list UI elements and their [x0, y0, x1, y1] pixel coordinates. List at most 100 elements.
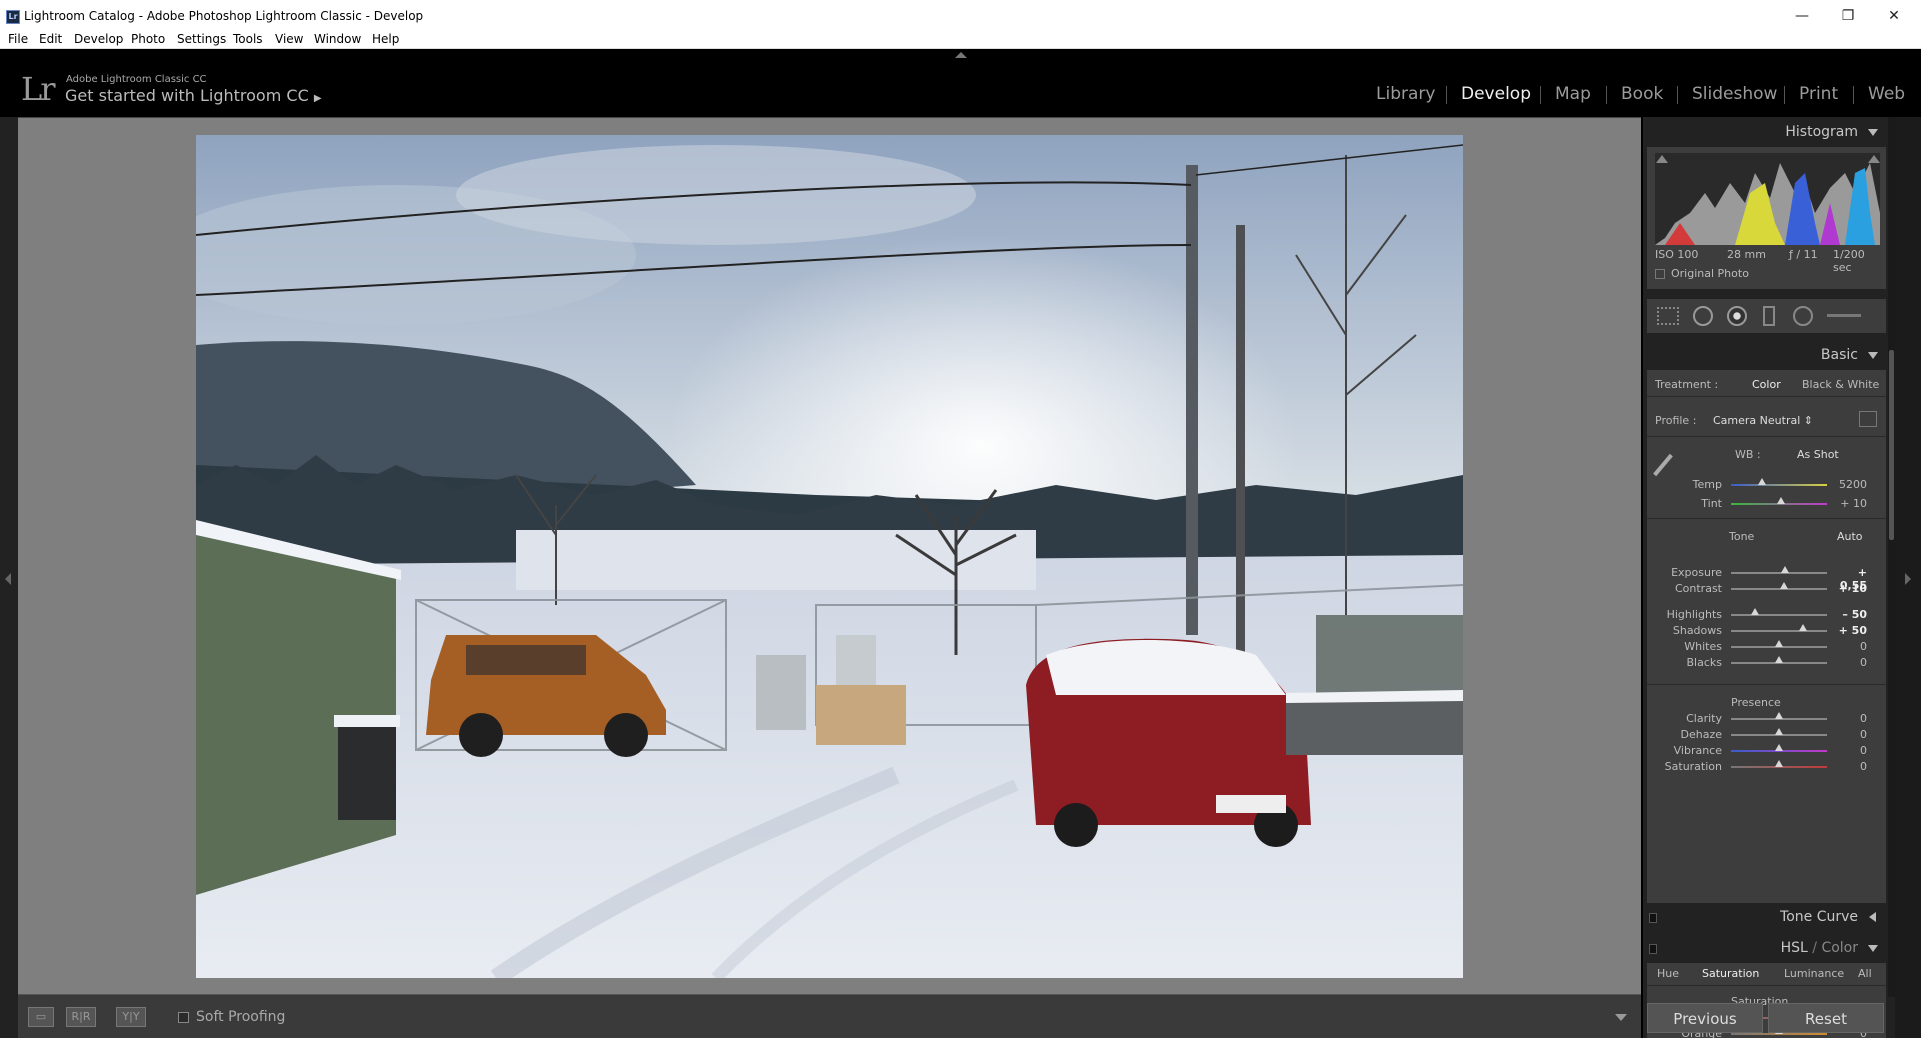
minimize-button[interactable]: — [1779, 4, 1825, 28]
hsl-tab-luminance[interactable]: Luminance [1784, 967, 1844, 980]
tone_sliders-value[interactable]: + 10 [1827, 582, 1867, 595]
photo-preview[interactable] [196, 135, 1463, 978]
hsl-header[interactable]: HSL / Color [1643, 935, 1886, 961]
module-map[interactable]: Map [1555, 84, 1591, 104]
wb-dropdown[interactable]: As Shot [1797, 448, 1839, 461]
menu-file[interactable]: File [8, 32, 28, 46]
tone-curve-header[interactable]: Tone Curve [1643, 904, 1886, 930]
restore-button[interactable]: ❐ [1825, 4, 1871, 28]
reset-button[interactable]: Reset [1768, 1003, 1884, 1033]
profile-dropdown[interactable]: Camera Neutral ⇕ [1713, 414, 1813, 427]
wb-label: WB : [1735, 448, 1761, 461]
presence_sliders-slider-thumb[interactable] [1775, 712, 1783, 719]
close-button[interactable]: ✕ [1871, 4, 1917, 28]
presence_sliders-value[interactable]: 0 [1827, 760, 1867, 773]
tone-label: Tone [1729, 530, 1755, 543]
tone_sliders-value[interactable]: 0 [1827, 640, 1867, 653]
identity-tagline[interactable]: Get started with Lightroom CC ▶ [65, 86, 322, 105]
treatment-label: Treatment : [1655, 378, 1719, 391]
module-print[interactable]: Print [1799, 84, 1838, 104]
histogram-graph[interactable] [1655, 153, 1880, 245]
tone_sliders-slider-thumb[interactable] [1775, 640, 1783, 647]
presence_sliders-value[interactable]: 0 [1827, 744, 1867, 757]
before-after-view-button[interactable]: R|R [66, 1007, 96, 1027]
menu-window[interactable]: Window [314, 32, 361, 46]
tone_sliders-slider-thumb[interactable] [1779, 582, 1788, 589]
tint-value[interactable]: + 10 [1827, 497, 1867, 510]
radial-filter-icon[interactable] [1793, 306, 1813, 326]
collapse-right-panel-icon[interactable] [1905, 573, 1911, 585]
profile-browser-icon[interactable] [1859, 411, 1877, 427]
module-separator [1677, 86, 1678, 104]
crop-tool-icon[interactable] [1657, 307, 1679, 325]
tone_sliders-value[interactable]: + 50 [1827, 624, 1867, 637]
red-eye-icon[interactable] [1727, 306, 1747, 326]
module-develop[interactable]: Develop [1461, 84, 1531, 104]
menu-photo[interactable]: Photo [131, 32, 165, 46]
right-panel-edge[interactable] [1895, 117, 1921, 1038]
treatment-bw-option[interactable]: Black & White [1802, 378, 1879, 391]
toolbar-content-dropdown-icon[interactable] [1615, 1014, 1627, 1021]
menu-view[interactable]: View [275, 32, 303, 46]
tint-slider-thumb[interactable] [1777, 497, 1785, 504]
before-after-split-button[interactable]: Y|Y [116, 1007, 146, 1027]
histogram-panel: ISO 100 28 mm ƒ / 11 1/200 sec Original … [1647, 147, 1886, 289]
menu-edit[interactable]: Edit [39, 32, 62, 46]
tone_sliders-slider[interactable] [1731, 572, 1827, 574]
original-photo-checkbox[interactable] [1655, 269, 1665, 279]
histogram-header[interactable]: Histogram [1643, 119, 1886, 145]
tone_sliders-slider-thumb[interactable] [1751, 608, 1759, 615]
presence_sliders-label: Vibrance [1673, 744, 1722, 757]
tone_sliders-slider-thumb[interactable] [1799, 624, 1807, 631]
spot-removal-icon[interactable] [1693, 306, 1713, 326]
left-panel-edge[interactable] [0, 117, 18, 1038]
tone_sliders-value[interactable]: – 50 [1827, 608, 1867, 621]
tone_sliders-slider[interactable] [1731, 630, 1827, 632]
adjustment-brush-icon[interactable] [1827, 314, 1861, 317]
graduated-filter-icon[interactable] [1763, 306, 1775, 326]
menu-tools[interactable]: Tools [233, 32, 263, 46]
menu-settings[interactable]: Settings [177, 32, 226, 46]
tone_sliders-slider-thumb[interactable] [1775, 656, 1783, 663]
tool-strip [1647, 299, 1886, 333]
module-slideshow[interactable]: Slideshow [1692, 84, 1777, 104]
module-separator [1784, 86, 1785, 104]
expand-left-panel-icon[interactable] [5, 573, 11, 585]
temp-value[interactable]: 5200 [1827, 478, 1867, 491]
collapse-top-panel-icon[interactable] [955, 52, 967, 58]
treatment-color-option[interactable]: Color [1752, 378, 1781, 391]
hsl-tab-hue[interactable]: Hue [1657, 967, 1679, 980]
soft-proofing-checkbox[interactable] [178, 1012, 189, 1023]
presence_sliders-slider-thumb[interactable] [1775, 760, 1783, 767]
panel-scrollbar[interactable] [1888, 117, 1895, 997]
module-library[interactable]: Library [1376, 84, 1435, 104]
loupe-view-button[interactable]: ▭ [28, 1007, 54, 1027]
tone_sliders-value[interactable]: 0 [1827, 656, 1867, 669]
tone-curve-toggle[interactable] [1649, 913, 1657, 923]
presence_sliders-value[interactable]: 0 [1827, 712, 1867, 725]
module-web[interactable]: Web [1868, 84, 1905, 104]
image-view[interactable] [18, 117, 1641, 994]
temp-slider[interactable] [1731, 484, 1827, 486]
auto-tone-button[interactable]: Auto [1837, 530, 1863, 543]
presence_sliders-slider-thumb[interactable] [1775, 728, 1783, 735]
presence_sliders-value[interactable]: 0 [1827, 728, 1867, 741]
highlight-clipping-icon[interactable] [1868, 155, 1880, 163]
hsl-tab-all[interactable]: All [1858, 967, 1872, 980]
module-book[interactable]: Book [1621, 84, 1663, 104]
presence_sliders-slider-thumb[interactable] [1775, 744, 1783, 751]
hsl-tab-saturation[interactable]: Saturation [1702, 967, 1759, 980]
tone_sliders-slider[interactable] [1731, 614, 1827, 616]
previous-button[interactable]: Previous [1647, 1003, 1763, 1033]
hsl-toggle[interactable] [1649, 944, 1657, 954]
hsl-color-title[interactable]: Color [1821, 940, 1858, 956]
menu-help[interactable]: Help [372, 32, 399, 46]
white-balance-eyedropper-icon[interactable] [1653, 453, 1673, 477]
panel-scrollbar-thumb[interactable] [1889, 350, 1894, 540]
shadow-clipping-icon[interactable] [1656, 155, 1668, 163]
menu-develop[interactable]: Develop [74, 32, 123, 46]
temp-slider-thumb[interactable] [1758, 478, 1766, 485]
develop-toolbar: ▭ R|R Y|Y Soft Proofing [18, 994, 1641, 1038]
tone_sliders-slider-thumb[interactable] [1780, 566, 1789, 573]
basic-header[interactable]: Basic [1643, 342, 1886, 368]
